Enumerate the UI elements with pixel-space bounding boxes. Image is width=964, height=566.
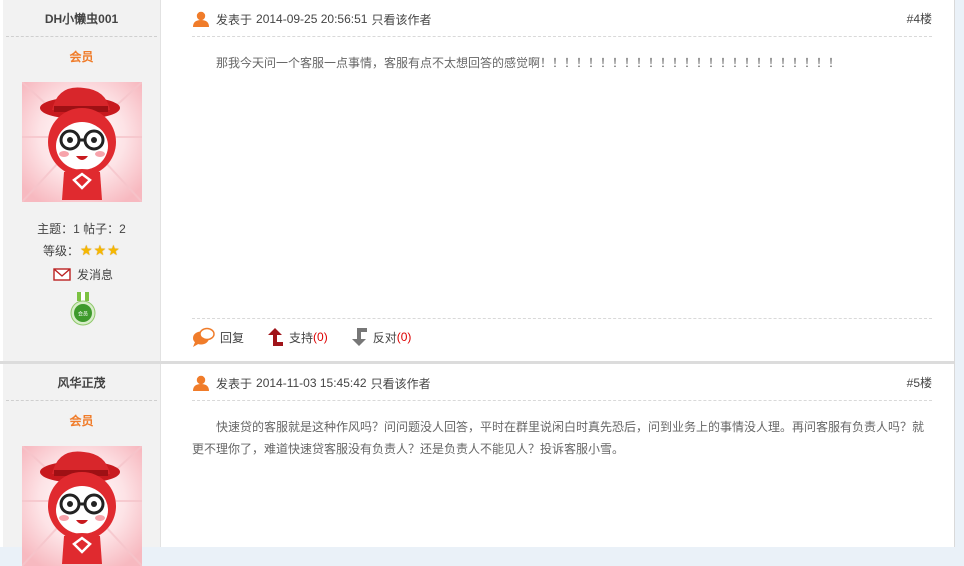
mascot-avatar-icon <box>22 446 142 566</box>
divider <box>192 36 932 37</box>
author-role: 会员 <box>69 50 94 64</box>
author-only-link[interactable]: 只看该作者 <box>371 375 431 392</box>
floor-number[interactable]: #4楼 <box>907 10 932 27</box>
post-header: 发表于 2014-11-03 15:45:42 只看该作者 <box>192 374 932 392</box>
author-stats: 主题：1 帖子：2 <box>37 222 126 236</box>
divider <box>192 318 932 319</box>
post-4: DH小懒虫001 会员 主题：1 帖子：2 等级： ★ ★ ★ 发消息 会员 发… <box>0 0 954 361</box>
user-icon <box>193 11 209 27</box>
author-sidebar: DH小懒虫001 会员 主题：1 帖子：2 等级： ★ ★ ★ 发消息 会员 <box>3 0 161 361</box>
post-content: 快速贷的客服就是这种作风吗？问问题没人回答，平时在群里说闲白时真先恐后，问到业务… <box>192 420 925 456</box>
oppose-label: 反对 <box>372 330 397 345</box>
oppose-button[interactable]: 反对 (0) <box>350 327 412 347</box>
star-icon: ★ <box>80 242 93 258</box>
post-5: 风华正茂 会员 发表于 2014-11-03 15:45:42 只看该作者 #5… <box>0 364 954 566</box>
post-body: 发表于 2014-11-03 15:45:42 只看该作者 #5楼 快速贷的客服… <box>192 364 932 547</box>
avatar[interactable] <box>22 82 142 202</box>
user-icon <box>193 375 209 391</box>
post-datetime: 2014-11-03 15:45:42 <box>256 376 367 390</box>
author-name[interactable]: 风华正茂 <box>3 374 160 391</box>
send-message-link[interactable]: 发消息 <box>53 266 113 283</box>
medal-icon: 会员 <box>70 292 96 326</box>
post-datetime: 2014-09-25 20:56:51 <box>256 12 368 26</box>
member-medal: 会员 <box>70 292 96 330</box>
envelope-icon <box>53 268 71 281</box>
reply-button[interactable]: 回复 <box>192 327 244 347</box>
send-message-label: 发消息 <box>77 268 114 282</box>
support-label: 支持 <box>289 330 314 345</box>
author-role: 会员 <box>69 414 94 428</box>
thread-page: DH小懒虫001 会员 主题：1 帖子：2 等级： ★ ★ ★ 发消息 会员 发… <box>0 0 955 566</box>
support-button[interactable]: 支持 (0) <box>266 327 328 347</box>
level-label: 等级： <box>43 244 80 258</box>
post-content: 那我今天问一个客服一点事情，客服有点不太想回答的感觉啊！！！！！！！！！！！！！… <box>216 56 841 70</box>
post-actions: 回复 支持 (0) 反对 (0) <box>192 326 433 348</box>
divider <box>192 400 932 401</box>
speech-bubble-icon <box>193 327 215 347</box>
star-icon: ★ <box>107 242 120 258</box>
author-level: 等级： ★ ★ ★ <box>43 242 120 259</box>
star-icon: ★ <box>93 242 107 258</box>
arrow-up-icon <box>268 328 284 346</box>
oppose-count: (0) <box>396 330 412 344</box>
post-body: 发表于 2014-09-25 20:56:51 只看该作者 #4楼 那我今天问一… <box>192 0 932 361</box>
author-sidebar: 风华正茂 会员 <box>3 364 161 566</box>
posted-prefix: 发表于 <box>216 376 253 391</box>
posted-prefix: 发表于 <box>216 12 253 27</box>
mascot-avatar-icon <box>22 82 142 202</box>
author-only-link[interactable]: 只看该作者 <box>371 11 431 28</box>
support-count: (0) <box>313 330 328 344</box>
floor-number[interactable]: #5楼 <box>907 374 932 391</box>
avatar[interactable] <box>22 446 142 566</box>
medal-text: 会员 <box>78 311 88 318</box>
divider <box>6 400 157 401</box>
divider <box>6 36 157 37</box>
arrow-down-icon <box>351 328 367 346</box>
author-name[interactable]: DH小懒虫001 <box>3 10 160 27</box>
post-header: 发表于 2014-09-25 20:56:51 只看该作者 <box>192 10 932 28</box>
reply-label: 回复 <box>220 330 245 345</box>
